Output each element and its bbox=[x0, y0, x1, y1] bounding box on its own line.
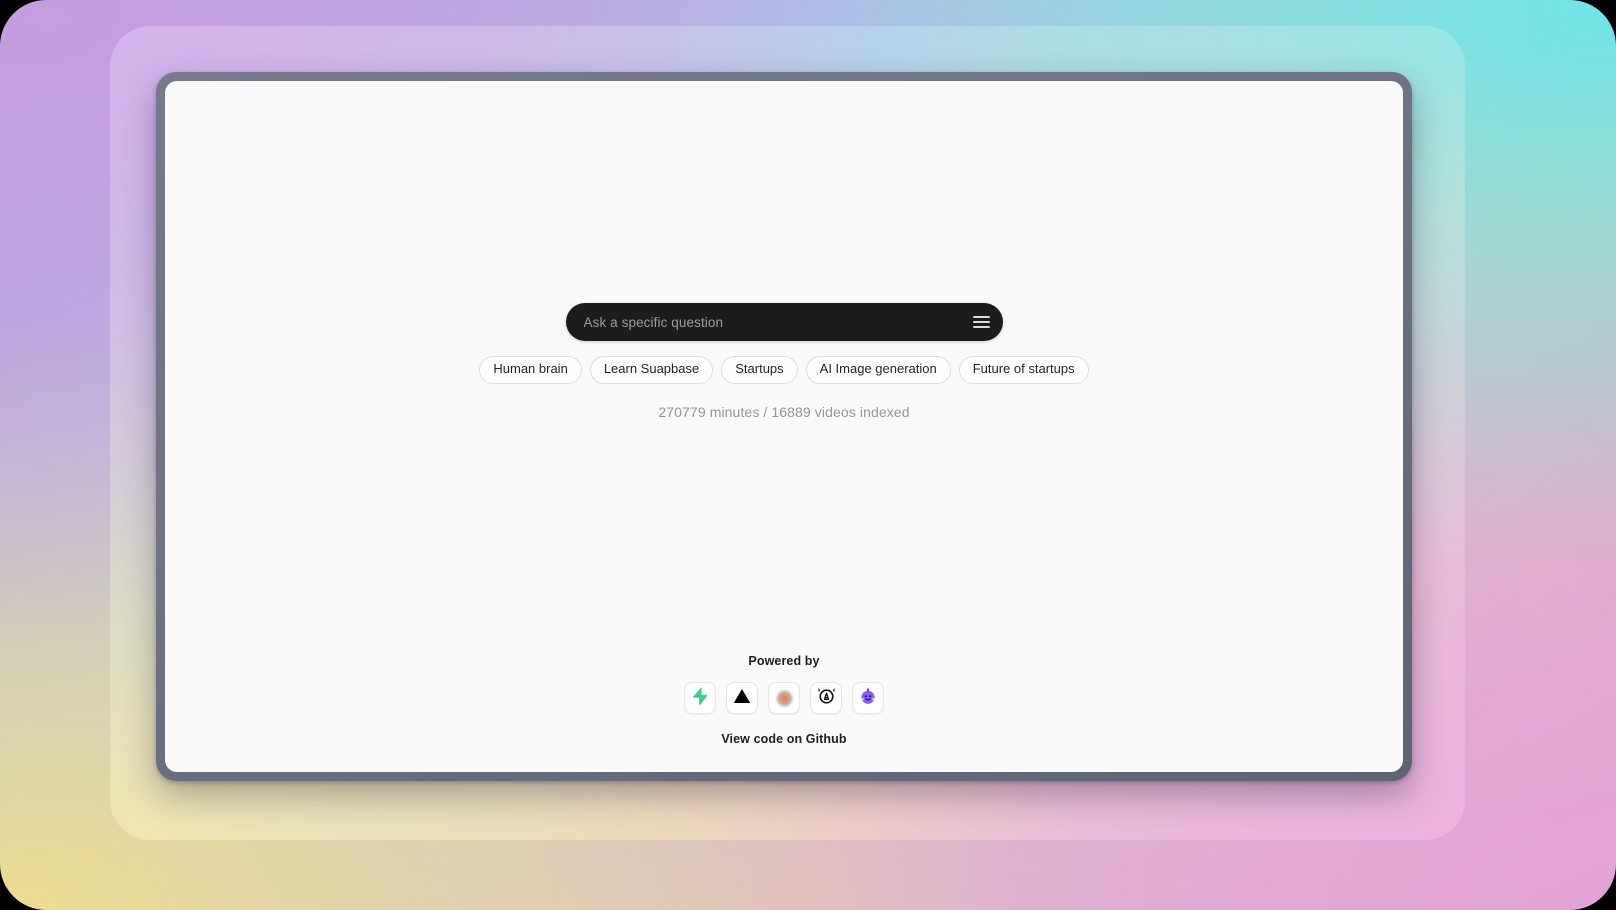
hero-section: Human brain Learn Suapbase Startups AI I… bbox=[165, 303, 1403, 420]
menu-line bbox=[973, 321, 990, 323]
suggestion-chip-learn-suapbase[interactable]: Learn Suapbase bbox=[589, 356, 714, 384]
mistral-devil-logo-icon bbox=[817, 686, 836, 710]
wallpaper-stage: Human brain Learn Suapbase Startups AI I… bbox=[0, 0, 1616, 910]
huggingface-logo-button[interactable] bbox=[852, 682, 884, 714]
device-screen: Human brain Learn Suapbase Startups AI I… bbox=[165, 81, 1403, 772]
menu-line bbox=[973, 316, 990, 318]
powered-by-label: Powered by bbox=[748, 654, 820, 668]
suggestion-chip-startups[interactable]: Startups bbox=[721, 356, 798, 384]
suggestion-chip-ai-image-generation[interactable]: AI Image generation bbox=[805, 356, 951, 384]
blurred-orb-logo-button[interactable] bbox=[768, 682, 800, 714]
huggingface-logo-icon bbox=[859, 687, 877, 710]
menu-line bbox=[973, 326, 990, 328]
hamburger-menu-icon[interactable] bbox=[967, 307, 997, 337]
view-code-on-github-link[interactable]: View code on Github bbox=[721, 732, 846, 746]
blurred-orb-logo-icon bbox=[775, 689, 793, 707]
supabase-logo-button[interactable] bbox=[684, 682, 716, 714]
search-input[interactable] bbox=[583, 314, 967, 330]
suggestion-chip-human-brain[interactable]: Human brain bbox=[479, 356, 582, 384]
supabase-logo-icon bbox=[692, 686, 708, 710]
powered-by-logo-row bbox=[684, 682, 884, 714]
app-root: Human brain Learn Suapbase Startups AI I… bbox=[165, 81, 1403, 772]
footer: Powered by View code on Github bbox=[165, 654, 1403, 746]
suggestion-chip-list: Human brain Learn Suapbase Startups AI I… bbox=[479, 356, 1089, 384]
vercel-logo-button[interactable] bbox=[726, 682, 758, 714]
device-frame: Human brain Learn Suapbase Startups AI I… bbox=[156, 72, 1412, 781]
search-bar[interactable] bbox=[565, 303, 1003, 341]
index-stats-text: 270779 minutes / 16889 videos indexed bbox=[658, 403, 910, 420]
mistral-devil-logo-button[interactable] bbox=[810, 682, 842, 714]
suggestion-chip-future-of-startups[interactable]: Future of startups bbox=[958, 356, 1089, 384]
vercel-logo-icon bbox=[733, 688, 751, 709]
